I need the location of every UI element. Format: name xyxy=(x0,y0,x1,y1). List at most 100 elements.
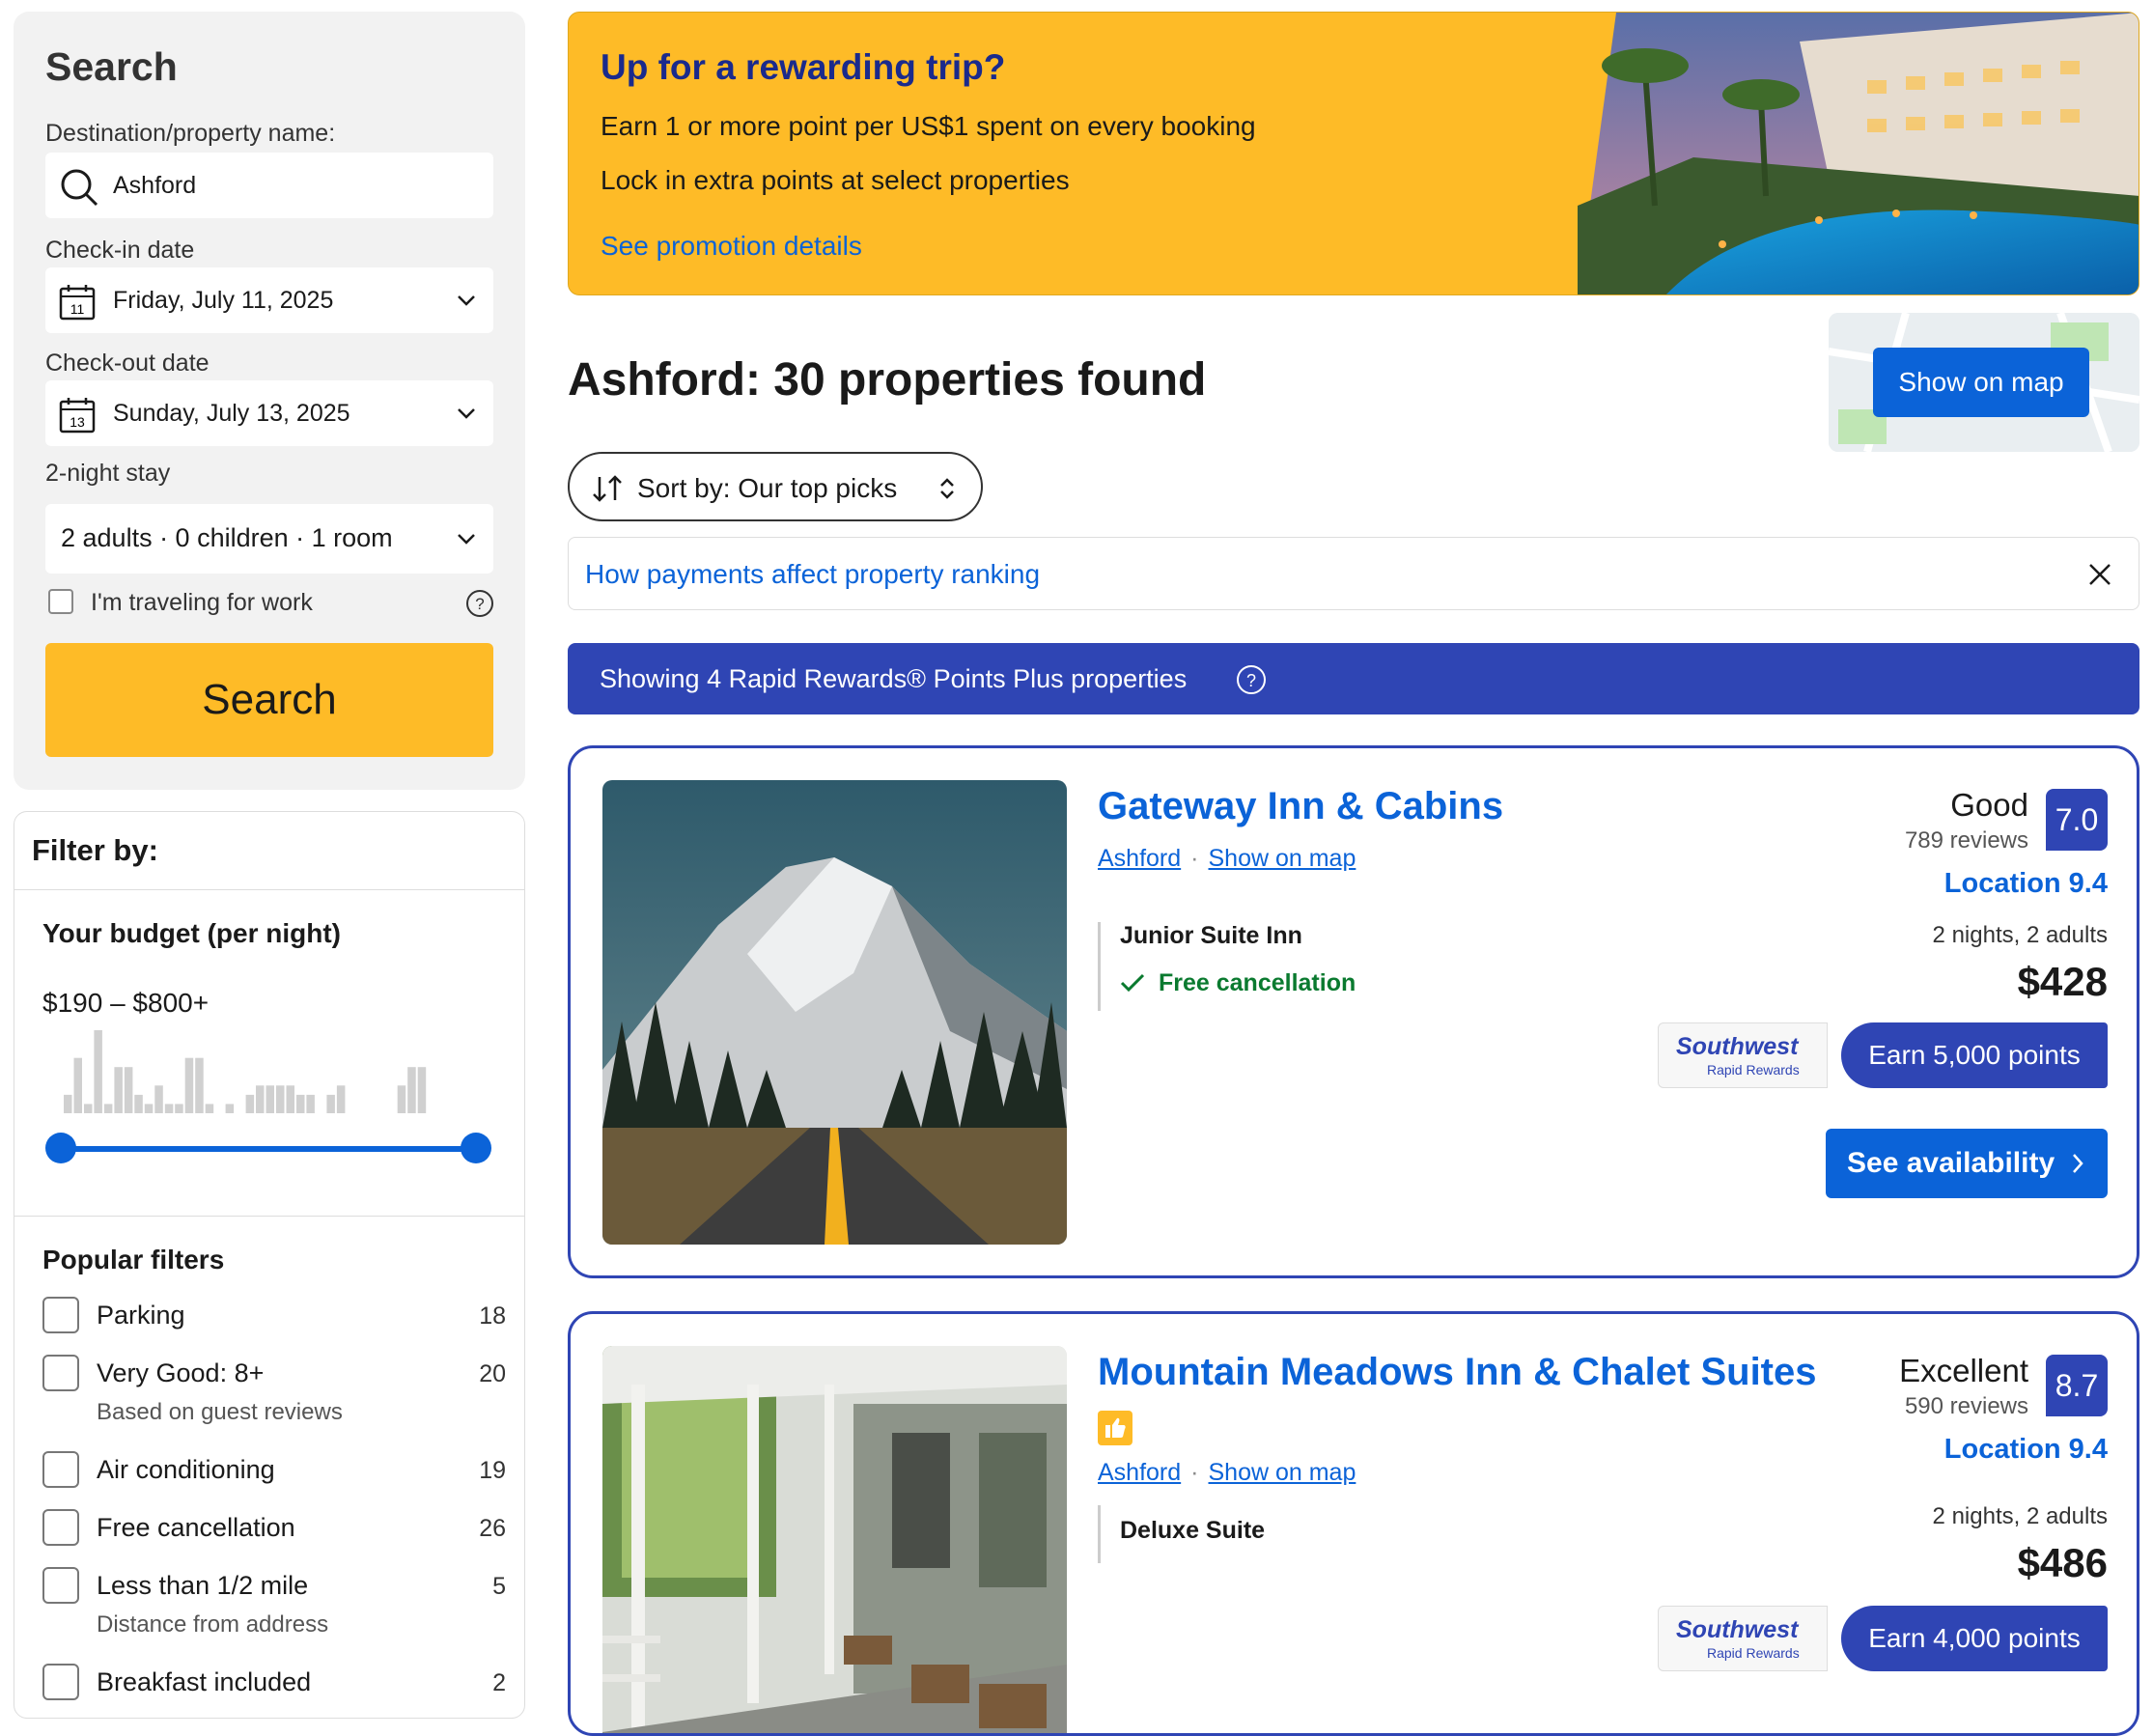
filter-checkbox[interactable] xyxy=(42,1664,79,1700)
property-name[interactable]: Mountain Meadows Inn & Chalet Suites xyxy=(1098,1351,1817,1394)
payments-info-bar: How payments affect property ranking xyxy=(568,537,2139,610)
stay-summary: 2 nights, 2 adults xyxy=(1932,1503,2108,1529)
close-icon[interactable] xyxy=(2084,559,2115,590)
see-availability-label: See availability xyxy=(1847,1147,2055,1179)
review-score-badge: 7.0 xyxy=(2046,789,2108,851)
show-on-map-button[interactable]: Show on map xyxy=(1873,348,2089,417)
histogram-bar xyxy=(73,1057,82,1113)
review-count: 590 reviews xyxy=(1904,1393,2028,1419)
filter-label: Less than 1/2 mile xyxy=(97,1571,309,1600)
histogram-bar xyxy=(286,1085,294,1113)
free-cancellation-row: Free cancellation xyxy=(1120,969,1356,997)
histogram-bar xyxy=(256,1085,265,1113)
score-label: Good xyxy=(1950,787,2028,823)
help-icon[interactable]: ? xyxy=(1236,664,1267,695)
promo-details-link[interactable]: See promotion details xyxy=(601,231,862,262)
histogram-bar xyxy=(195,1057,204,1113)
filter-count: 18 xyxy=(479,1302,506,1330)
map-preview[interactable]: Show on map xyxy=(1829,313,2139,452)
histogram-bar xyxy=(175,1104,183,1113)
histogram-bar xyxy=(397,1085,406,1113)
earn-points-badge: Earn 5,000 points xyxy=(1841,1022,2108,1088)
free-cancellation-label: Free cancellation xyxy=(1159,969,1356,996)
property-photo[interactable] xyxy=(602,1346,1067,1736)
histogram-bar xyxy=(94,1030,102,1113)
property-map-link[interactable]: Show on map xyxy=(1209,845,1356,872)
filter-label: Parking xyxy=(97,1301,185,1330)
budget-slider-min-handle[interactable] xyxy=(45,1133,76,1163)
property-map-link[interactable]: Show on map xyxy=(1209,1459,1356,1486)
thumbs-up-badge-icon xyxy=(1098,1411,1132,1445)
stay-length: 2-night stay xyxy=(45,460,171,487)
histogram-bar xyxy=(64,1094,72,1113)
payments-ranking-link[interactable]: How payments affect property ranking xyxy=(585,559,1040,590)
budget-slider-max-handle[interactable] xyxy=(461,1133,491,1163)
property-card: Mountain Meadows Inn & Chalet Suites Ash… xyxy=(568,1311,2139,1736)
southwest-rapid-rewards-logo: Southwest Rapid Rewards xyxy=(1658,1022,1828,1088)
svg-text:?: ? xyxy=(475,595,484,613)
promo-title: Up for a rewarding trip? xyxy=(601,47,1006,87)
separator-dot: · xyxy=(1190,1459,1199,1486)
search-button[interactable]: Search xyxy=(45,643,493,757)
chevron-down-icon xyxy=(458,295,475,306)
filter-checkbox[interactable] xyxy=(42,1509,79,1546)
divider xyxy=(14,889,524,890)
price: $486 xyxy=(2017,1540,2108,1585)
checkin-label: Check-in date xyxy=(45,237,195,264)
filter-checkbox[interactable] xyxy=(42,1451,79,1488)
histogram-bar xyxy=(124,1067,133,1113)
score-label: Excellent xyxy=(1899,1353,2028,1388)
property-area-link[interactable]: Ashford xyxy=(1098,1459,1181,1486)
location-score: Location 9.4 xyxy=(1943,1434,2108,1465)
property-name[interactable]: Gateway Inn & Cabins xyxy=(1098,785,1503,828)
filter-label: Breakfast included xyxy=(97,1667,312,1696)
work-travel-label: I'm traveling for work xyxy=(91,589,313,616)
sort-button[interactable]: Sort by: Our top picks xyxy=(568,452,983,521)
filter-count: 2 xyxy=(492,1669,506,1696)
property-photo[interactable] xyxy=(602,780,1067,1245)
budget-title: Your budget (per night) xyxy=(42,918,341,948)
checkin-field[interactable]: 11 Friday, July 11, 2025 xyxy=(45,267,493,333)
checkout-field[interactable]: 13 Sunday, July 13, 2025 xyxy=(45,380,493,446)
filter-checkbox[interactable] xyxy=(42,1297,79,1333)
price: $428 xyxy=(2017,959,2108,1004)
promo-banner: Up for a rewarding trip? Earn 1 or more … xyxy=(568,12,2139,295)
destination-value: Ashford xyxy=(113,172,197,199)
promo-line-2: Lock in extra points at select propertie… xyxy=(601,165,1070,195)
property-card: Gateway Inn & Cabins Ashford · Show on map… xyxy=(568,745,2139,1278)
checkout-value: Sunday, July 13, 2025 xyxy=(113,400,350,427)
filter-checkbox[interactable] xyxy=(42,1355,79,1391)
histogram-bar xyxy=(154,1085,163,1113)
rapid-rewards-text: Showing 4 Rapid Rewards® Points Plus pro… xyxy=(600,664,1188,693)
histogram-bar xyxy=(276,1085,285,1113)
filter-checkbox[interactable] xyxy=(42,1567,79,1604)
separator-dot: · xyxy=(1190,845,1199,872)
histogram-bar xyxy=(296,1094,305,1113)
help-icon[interactable]: ? xyxy=(465,589,494,618)
property-area-link[interactable]: Ashford xyxy=(1098,845,1181,872)
room-name: Deluxe Suite xyxy=(1120,1517,1266,1544)
see-availability-button[interactable]: See availability xyxy=(1826,1129,2108,1198)
guests-value: 2 adults · 0 children · 1 room xyxy=(61,523,393,552)
histogram-bar xyxy=(84,1104,93,1113)
chevron-right-icon xyxy=(2073,1154,2083,1173)
chevron-down-icon xyxy=(458,534,475,545)
guests-selector[interactable]: 2 adults · 0 children · 1 room xyxy=(45,504,493,574)
budget-slider-track[interactable] xyxy=(61,1146,476,1152)
histogram-bar xyxy=(103,1104,113,1113)
histogram-bar xyxy=(336,1085,346,1113)
work-travel-checkbox[interactable] xyxy=(48,589,73,614)
room-info: Deluxe Suite xyxy=(1098,1505,1265,1563)
sort-label: Sort by: Our top picks xyxy=(637,473,898,503)
sort-arrows-icon xyxy=(593,475,622,502)
chevron-down-icon xyxy=(458,408,475,419)
rapid-rewards-banner: Showing 4 Rapid Rewards® Points Plus pro… xyxy=(568,643,2139,714)
destination-input[interactable]: Ashford xyxy=(45,153,493,218)
sort-chevron-icon xyxy=(940,478,954,499)
filter-count: 20 xyxy=(479,1360,506,1387)
rapid-rewards-wordmark: Rapid Rewards xyxy=(1707,1062,1800,1078)
filter-label: Very Good: 8+ xyxy=(97,1358,265,1387)
histogram-bar xyxy=(326,1094,335,1113)
filter-sublabel: Distance from address xyxy=(97,1611,329,1638)
checkout-day: 13 xyxy=(70,414,85,430)
